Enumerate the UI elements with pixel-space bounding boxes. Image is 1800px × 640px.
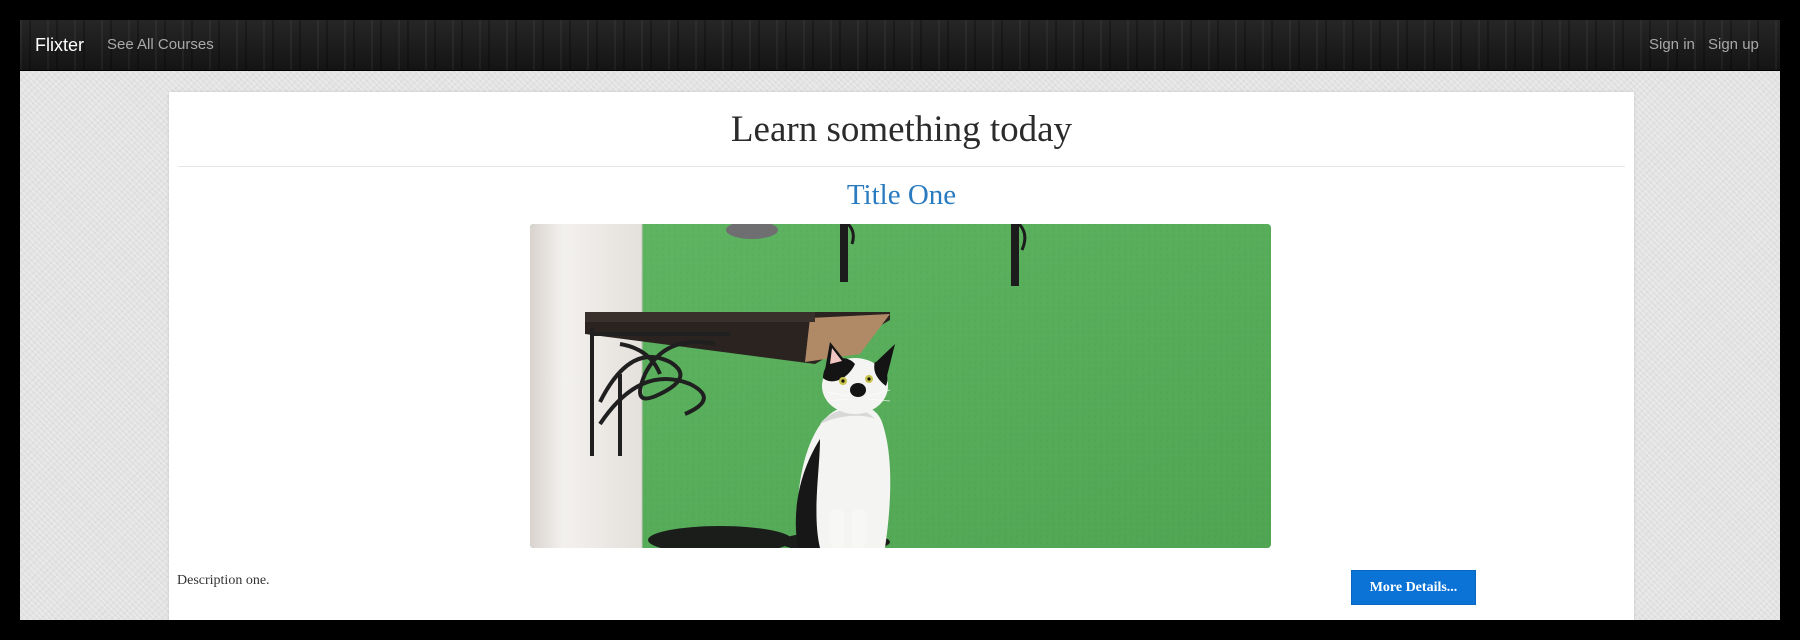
course-image[interactable] <box>530 224 1271 548</box>
nav-sign-up[interactable]: Sign up <box>1708 20 1759 71</box>
page-title: Learn something today <box>730 109 1073 150</box>
browser-viewport: Flixter See All Courses Sign in Sign up … <box>20 20 1780 620</box>
more-details-button[interactable]: More Details... <box>1351 570 1476 605</box>
cat-photo <box>530 224 1271 548</box>
title-divider <box>178 166 1625 167</box>
main-content: Learn something today Title One Descript… <box>169 92 1634 620</box>
top-navbar: Flixter See All Courses Sign in Sign up <box>20 20 1780 71</box>
nav-see-all-courses[interactable]: See All Courses <box>107 20 214 71</box>
nav-sign-in[interactable]: Sign in <box>1649 20 1695 71</box>
brand-logo[interactable]: Flixter <box>35 20 84 71</box>
course-description: Description one. <box>177 573 270 588</box>
course-title-link[interactable]: Title One <box>169 179 1634 212</box>
